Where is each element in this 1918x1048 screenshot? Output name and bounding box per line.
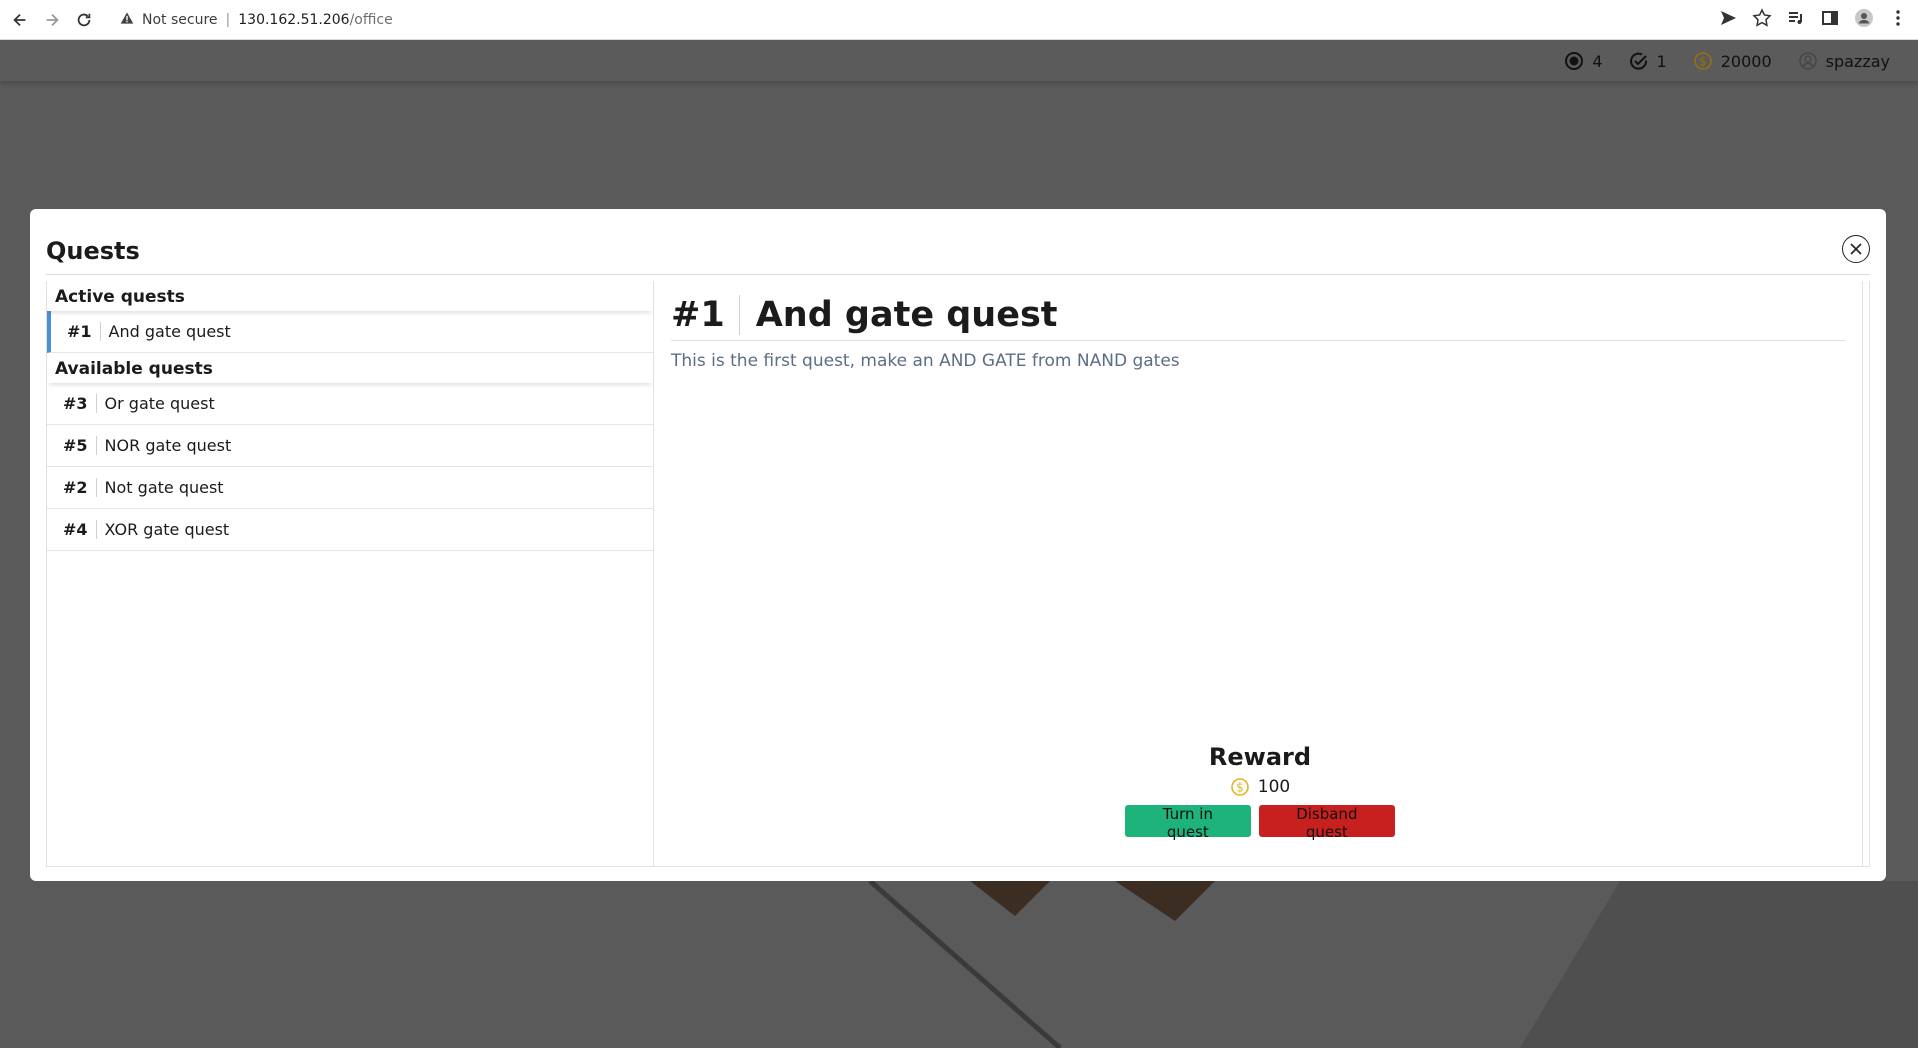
url-path: /office bbox=[349, 11, 393, 28]
quest-list: Active quests #1 And gate quest Availabl… bbox=[47, 281, 654, 866]
quest-detail-title: And gate quest bbox=[755, 294, 1058, 335]
quest-item-available-5[interactable]: #5 NOR gate quest bbox=[47, 425, 653, 467]
username: spazzay bbox=[1825, 51, 1890, 71]
quest-number: #3 bbox=[63, 394, 97, 413]
modal-header: Quests bbox=[46, 221, 1870, 275]
coin-icon: $ bbox=[1230, 778, 1249, 796]
modal-title: Quests bbox=[46, 237, 140, 265]
back-button[interactable] bbox=[8, 8, 32, 32]
star-icon[interactable] bbox=[1752, 8, 1772, 28]
quest-detail-number: #1 bbox=[671, 294, 740, 335]
warning-icon bbox=[120, 11, 134, 29]
quest-number: #2 bbox=[63, 478, 97, 497]
reward-value: 100 bbox=[1257, 777, 1291, 797]
quest-number: #5 bbox=[63, 436, 97, 455]
quest-description: This is the first quest, make an AND GAT… bbox=[671, 351, 1180, 371]
url-host: 130.162.51.206 bbox=[238, 11, 350, 28]
quest-name: And gate quest bbox=[108, 322, 231, 341]
coins-stat: $ 20000 bbox=[1693, 51, 1772, 71]
user-icon bbox=[1798, 52, 1817, 70]
available-quests-heading: Available quests bbox=[47, 353, 653, 383]
close-icon bbox=[1850, 243, 1862, 255]
send-icon[interactable] bbox=[1718, 8, 1738, 28]
reward-amount: $ 100 bbox=[1125, 777, 1395, 797]
user-stat[interactable]: spazzay bbox=[1798, 51, 1890, 71]
quest-detail-panel: #1 And gate quest This is the first ques… bbox=[655, 281, 1863, 866]
quest-name: Or gate quest bbox=[104, 394, 215, 413]
profile-icon[interactable] bbox=[1854, 8, 1874, 28]
sidebar-icon[interactable] bbox=[1820, 8, 1840, 28]
quest-name: Not gate quest bbox=[104, 478, 224, 497]
quest-item-available-4[interactable]: #4 XOR gate quest bbox=[47, 509, 653, 551]
reward-section: Reward $ 100 Turn in quest Disband quest bbox=[1125, 743, 1395, 841]
arrow-left-icon bbox=[13, 13, 26, 26]
game-status-bar: 4 1 $ 20000 spazzay bbox=[0, 41, 1918, 81]
security-label: Not secure bbox=[142, 11, 218, 28]
quest-name: NOR gate quest bbox=[104, 436, 232, 455]
quest-item-available-3[interactable]: #3 Or gate quest bbox=[47, 383, 653, 425]
url-separator: | bbox=[225, 11, 231, 28]
close-button[interactable] bbox=[1842, 235, 1870, 263]
coin-icon: $ bbox=[1693, 52, 1712, 70]
check-circle-icon bbox=[1629, 52, 1647, 70]
token-icon bbox=[1565, 52, 1584, 70]
disband-quest-button[interactable]: Disband quest bbox=[1258, 805, 1395, 841]
quest-number: #4 bbox=[63, 520, 97, 539]
quest-item-available-2[interactable]: #2 Not gate quest bbox=[47, 467, 653, 509]
tokens-stat: 4 bbox=[1564, 51, 1603, 71]
coins-count: 20000 bbox=[1720, 51, 1772, 71]
kebab-menu-icon[interactable] bbox=[1888, 8, 1908, 28]
quest-number: #1 bbox=[67, 322, 101, 341]
reload-icon bbox=[77, 13, 91, 26]
quests-modal: Quests Active quests #1 And gate quest A… bbox=[30, 209, 1886, 881]
arrow-right-icon bbox=[46, 13, 59, 26]
reward-heading: Reward bbox=[1208, 743, 1312, 771]
tokens-count: 4 bbox=[1592, 51, 1603, 71]
modal-body: Active quests #1 And gate quest Availabl… bbox=[46, 281, 1870, 867]
quest-item-active-1[interactable]: #1 And gate quest bbox=[47, 311, 653, 353]
turn-in-quest-button[interactable]: Turn in quest bbox=[1125, 805, 1251, 841]
media-icon[interactable] bbox=[1786, 8, 1806, 28]
address-bar[interactable]: Not secure | 130.162.51.206 /office bbox=[120, 11, 393, 29]
active-quests-heading: Active quests bbox=[47, 281, 653, 311]
completed-count: 1 bbox=[1656, 51, 1667, 71]
svg-text:$: $ bbox=[1699, 55, 1707, 69]
svg-text:$: $ bbox=[1236, 781, 1244, 795]
quest-actions: Turn in quest Disband quest bbox=[1125, 805, 1395, 841]
browser-toolbar: Not secure | 130.162.51.206 /office bbox=[0, 0, 1918, 40]
quest-name: XOR gate quest bbox=[104, 520, 230, 539]
forward-button[interactable] bbox=[40, 8, 64, 32]
quest-detail-header: #1 And gate quest bbox=[671, 289, 1846, 341]
completed-stat: 1 bbox=[1629, 51, 1667, 71]
reload-button[interactable] bbox=[72, 8, 96, 32]
